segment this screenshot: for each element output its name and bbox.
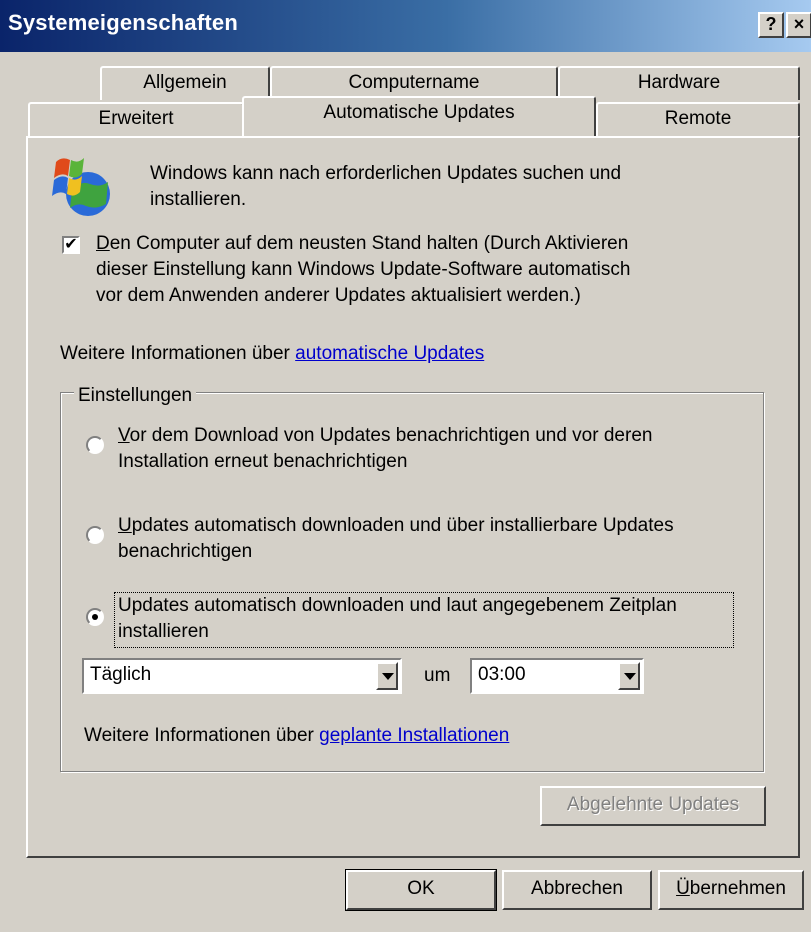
apply-label-rest: bernehmen	[689, 878, 786, 899]
schedule-time-select[interactable]: 03:00	[470, 658, 644, 694]
option2-mnemonic: U	[118, 515, 132, 536]
at-label: um	[424, 665, 451, 686]
tab-erweitert[interactable]: Erweitert	[28, 102, 244, 136]
window-title: Systemeigenschaften	[8, 10, 238, 35]
tab-computername[interactable]: Computername	[270, 66, 558, 100]
more-info-prefix: Weitere Informationen über	[60, 343, 296, 364]
intro-text-line1: Windows kann nach erforderlichen Updates…	[150, 163, 622, 184]
tab-automatische-updates[interactable]: Automatische Updates	[242, 96, 596, 136]
intro-text-line2: installieren.	[150, 189, 247, 210]
option-auto-download-schedule-line2: installieren	[118, 621, 209, 642]
windows-update-icon	[50, 150, 114, 220]
option-auto-download-schedule-line1[interactable]: Updates automatisch downloaden und laut …	[118, 594, 677, 618]
radio-selected-dot	[92, 614, 98, 620]
option-notify-download-line2: Installation erneut benachrichtigen	[118, 451, 408, 472]
keep-updated-mnemonic: D	[96, 233, 110, 254]
keep-updated-label-line1-rest: en Computer auf dem neusten Stand halten…	[109, 233, 629, 254]
option-notify-download-line1[interactable]: Vor dem Download von Updates benachricht…	[118, 424, 652, 448]
settings-legend: Einstellungen	[74, 384, 197, 408]
scheduled-info-line: Weitere Informationen über geplante Inst…	[84, 724, 509, 748]
keep-updated-label-line3: vor dem Anwenden anderer Updates aktuali…	[96, 285, 581, 306]
scheduled-info-prefix: Weitere Informationen über	[84, 725, 320, 746]
cancel-button[interactable]: Abbrechen	[502, 870, 652, 910]
title-bar[interactable]: Systemeigenschaften ? ×	[0, 0, 811, 52]
more-info-line: Weitere Informationen über automatische …	[60, 342, 484, 366]
settings-groupbox	[60, 392, 764, 772]
close-button[interactable]: ×	[786, 12, 811, 38]
tab-allgemein[interactable]: Allgemein	[100, 66, 270, 100]
keep-updated-label-line2: dieser Einstellung kann Windows Update-S…	[96, 259, 631, 280]
help-button[interactable]: ?	[758, 12, 784, 38]
keep-updated-checkbox[interactable]: ✔	[62, 236, 80, 254]
automatic-updates-link[interactable]: automatische Updates	[295, 343, 484, 364]
option-auto-download-notify-line1[interactable]: Updates automatisch downloaden und über …	[118, 514, 674, 538]
chevron-down-icon[interactable]	[376, 662, 398, 690]
apply-mnemonic: Ü	[676, 878, 690, 899]
ok-button[interactable]: OK	[345, 869, 497, 911]
keep-updated-label-line1[interactable]: Den Computer auf dem neusten Stand halte…	[96, 232, 628, 256]
option2-line1-rest: pdates automatisch downloaden und über i…	[131, 515, 674, 536]
option1-line1-rest: or dem Download von Updates benachrichti…	[129, 425, 653, 446]
radio-auto-download-notify[interactable]	[86, 526, 104, 544]
schedule-time-value: 03:00	[478, 664, 526, 685]
system-properties-dialog: Systemeigenschaften ? × Allgemein Comput…	[0, 0, 811, 932]
schedule-day-value: Täglich	[90, 664, 152, 685]
radio-auto-download-schedule[interactable]	[86, 608, 104, 626]
tab-hardware[interactable]: Hardware	[558, 66, 800, 100]
scheduled-installations-link[interactable]: geplante Installationen	[319, 725, 509, 746]
option1-mnemonic: V	[118, 425, 130, 446]
radio-notify-download[interactable]	[86, 436, 104, 454]
chevron-down-icon[interactable]	[618, 662, 640, 690]
declined-updates-button[interactable]: Abgelehnte Updates	[540, 786, 766, 826]
tab-remote[interactable]: Remote	[596, 102, 800, 136]
option-auto-download-notify-line2: benachrichtigen	[118, 541, 253, 562]
schedule-day-select[interactable]: Täglich	[82, 658, 402, 694]
apply-button[interactable]: Übernehmen	[658, 870, 804, 910]
